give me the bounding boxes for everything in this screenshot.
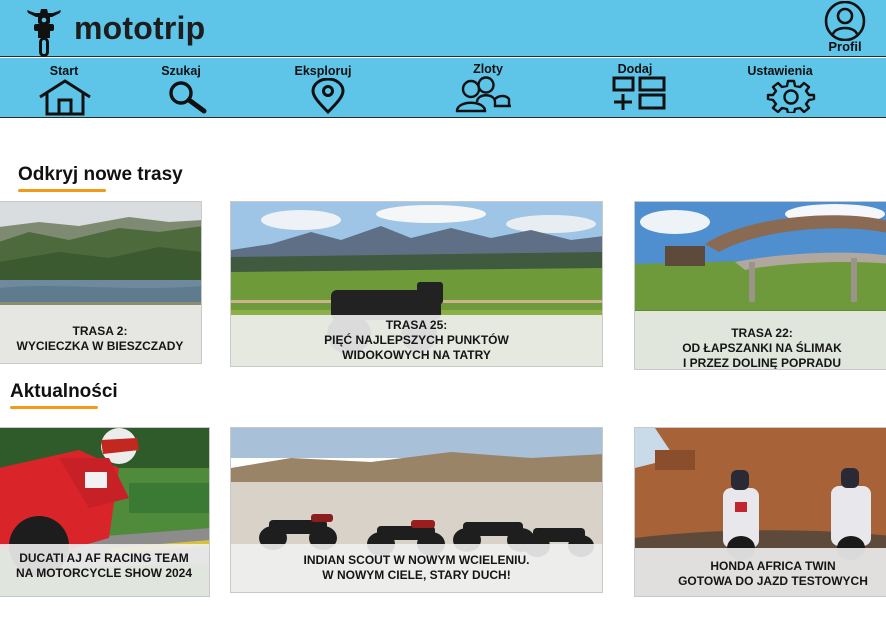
news-title-line1: DUCATI AJ AF RACING TEAM xyxy=(19,551,189,565)
route-title: WYCIECZKA W BIESZCZADY xyxy=(16,339,184,353)
profile-button[interactable]: Profil xyxy=(818,0,872,56)
nav-ustawienia[interactable]: Ustawienia xyxy=(740,58,820,118)
route-card-bieszczady[interactable]: TRASA 2: WYCIECZKA W BIESZCZADY xyxy=(0,201,202,364)
route-title-line2: WIDOKOWYCH NA TATRY xyxy=(342,348,491,362)
route-number: TRASA 2: xyxy=(72,324,128,338)
route-caption-lapszanka: TRASA 22: OD ŁAPSZANKI NA ŚLIMAK I PRZEZ… xyxy=(635,311,886,369)
nav-start[interactable]: Start xyxy=(28,58,100,118)
news-card-indian[interactable]: INDIAN SCOUT W NOWYM WCIELENIU. W NOWYM … xyxy=(230,427,603,593)
profile-icon xyxy=(824,1,866,41)
news-card-ducati[interactable]: DUCATI AJ AF RACING TEAM NA MOTORCYCLE S… xyxy=(0,427,210,597)
routes-title-underline xyxy=(18,189,106,192)
gear-icon xyxy=(766,79,816,113)
news-caption-indian: INDIAN SCOUT W NOWYM WCIELENIU. W NOWYM … xyxy=(231,544,602,592)
route-title: PIĘĆ NAJLEPSZYCH PUNKTÓW xyxy=(324,333,509,347)
profile-label: Profil xyxy=(828,39,862,54)
news-title-line2: GOTOWA DO JAZD TESTOWYCH xyxy=(678,574,868,588)
news-title-line2: NA MOTORCYCLE SHOW 2024 xyxy=(15,566,193,580)
search-icon xyxy=(169,81,207,114)
news-caption-ducati: DUCATI AJ AF RACING TEAM NA MOTORCYCLE S… xyxy=(0,544,209,596)
news-section-title: Aktualności xyxy=(10,381,118,402)
route-card-lapszanka[interactable]: TRASA 22: OD ŁAPSZANKI NA ŚLIMAK I PRZEZ… xyxy=(634,201,886,370)
nav-szukaj[interactable]: Szukaj xyxy=(150,58,212,118)
home-icon xyxy=(39,79,91,116)
route-number: TRASA 22: xyxy=(731,326,793,340)
news-title-line1: HONDA AFRICA TWIN xyxy=(710,559,836,573)
nav-start-label: Start xyxy=(49,64,79,78)
top-header: mototrip Profil xyxy=(0,0,886,57)
route-title-line2: I PRZEZ DOLINĘ POPRADU xyxy=(682,356,841,370)
nav-zloty[interactable]: Zloty xyxy=(450,58,526,118)
route-number: TRASA 25: xyxy=(385,318,448,332)
news-title-underline xyxy=(10,406,98,409)
nav-zloty-label: Zloty xyxy=(473,62,503,76)
routes-section-title: Odkryj nowe trasy xyxy=(18,164,183,185)
location-pin-icon xyxy=(311,78,345,114)
route-caption-tatry: TRASA 25: PIĘĆ NAJLEPSZYCH PUNKTÓW WIDOK… xyxy=(231,315,602,366)
users-icon xyxy=(455,76,511,113)
route-card-tatry[interactable]: TRASA 25: PIĘĆ NAJLEPSZYCH PUNKTÓW WIDOK… xyxy=(230,201,603,367)
route-caption-bieszczady: TRASA 2: WYCIECZKA W BIESZCZADY xyxy=(0,305,201,363)
nav-szukaj-label: Szukaj xyxy=(161,64,201,78)
main-nav: Start Szukaj Eksploruj Zloty Dodaj Ustaw… xyxy=(0,58,886,118)
add-grid-icon xyxy=(612,76,666,110)
news-caption-honda: HONDA AFRICA TWIN GOTOWA DO JAZD TESTOWY… xyxy=(635,548,886,596)
news-title-line1: INDIAN SCOUT W NOWYM WCIELENIU. xyxy=(303,553,530,567)
nav-eksploruj-label: Eksploruj xyxy=(294,64,352,78)
nav-dodaj-label: Dodaj xyxy=(617,62,653,76)
news-card-honda[interactable]: HONDA AFRICA TWIN GOTOWA DO JAZD TESTOWY… xyxy=(634,427,886,597)
route-title: OD ŁAPSZANKI NA ŚLIMAK xyxy=(682,341,842,355)
brand-name: mototrip xyxy=(74,10,206,46)
nav-eksploruj[interactable]: Eksploruj xyxy=(288,58,358,118)
motorcycle-logo-icon[interactable] xyxy=(24,4,64,58)
nav-ustawienia-label: Ustawienia xyxy=(747,64,813,78)
nav-dodaj[interactable]: Dodaj xyxy=(604,58,666,118)
news-title-line2: W NOWYM CIELE, STARY DUCH! xyxy=(322,568,511,582)
